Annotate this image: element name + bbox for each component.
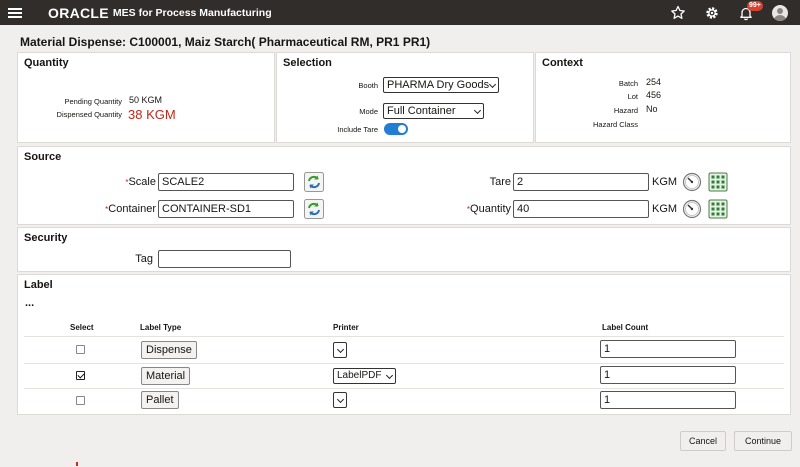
pending-quantity-value: 50 KGM — [129, 95, 163, 105]
chevron-down-icon — [336, 395, 344, 404]
user-avatar[interactable] — [772, 4, 788, 21]
printer-select[interactable]: LabelPDF — [333, 368, 396, 384]
container-input[interactable]: CONTAINER-SD1 — [158, 200, 294, 218]
settings-gear-icon[interactable] — [704, 5, 720, 21]
printer-select[interactable] — [333, 342, 347, 358]
selection-section: Selection Booth PHARMA Dry Goods Mode Fu… — [276, 52, 534, 143]
tare-unit: KGM — [652, 176, 678, 188]
security-section: Security Tag — [17, 227, 791, 272]
col-select: Select — [70, 323, 94, 332]
selection-title: Selection — [283, 57, 332, 69]
continue-button[interactable]: Continue — [734, 431, 792, 451]
chevron-down-icon — [385, 371, 394, 380]
chevron-down-icon — [488, 80, 497, 89]
mode-select[interactable]: Full Container — [383, 103, 484, 119]
source-section: Source *Scale SCALE2 *Container CONTAINE… — [17, 146, 791, 225]
hazard-label: Hazard — [613, 106, 638, 115]
source-title: Source — [24, 151, 62, 163]
quantity-unit: KGM — [652, 203, 678, 215]
favorite-star-icon[interactable] — [670, 5, 686, 21]
container-label: *Container — [105, 203, 156, 215]
scale-label: *Scale — [125, 176, 156, 188]
tare-label: Tare — [489, 176, 511, 188]
dispensed-quantity-label: Dispensed Quantity — [56, 110, 122, 119]
col-printer: Printer — [333, 323, 359, 332]
quantity-input[interactable]: 40 — [513, 200, 649, 218]
quantity-label: *Quantity — [466, 203, 511, 215]
more-actions-icon[interactable]: ... — [25, 297, 34, 309]
keypad-icon[interactable] — [708, 172, 728, 192]
chevron-down-icon — [336, 345, 344, 354]
hazard-class-label: Hazard Class — [592, 120, 638, 129]
batch-label: Batch — [618, 79, 638, 88]
app-name: MES for Process Manufacturing — [112, 6, 272, 19]
quantity-title: Quantity — [24, 57, 69, 69]
label-section: Label ... Select Label Type Printer Labe… — [17, 274, 791, 415]
row-select-checkbox[interactable] — [76, 371, 85, 380]
batch-value: 254 — [646, 77, 662, 87]
refresh-scale-icon[interactable] — [304, 172, 324, 192]
scale-input[interactable]: SCALE2 — [158, 173, 294, 191]
chevron-down-icon — [473, 106, 482, 115]
label-type-button[interactable]: Pallet — [141, 391, 179, 409]
booth-select[interactable]: PHARMA Dry Goods — [383, 77, 499, 93]
app-header: ORACLE MES for Process Manufacturing 99+ — [0, 0, 800, 25]
tag-label: Tag — [135, 253, 153, 265]
mode-label: Mode — [359, 107, 378, 116]
refresh-container-icon[interactable] — [304, 199, 324, 219]
label-title: Label — [24, 279, 53, 291]
oracle-logo: ORACLE — [48, 4, 109, 21]
cursor-marker — [76, 462, 78, 466]
booth-select-value: PHARMA Dry Goods — [387, 79, 490, 91]
hazard-value: No — [646, 104, 658, 114]
mode-select-value: Full Container — [387, 105, 456, 117]
include-tare-toggle[interactable] — [384, 123, 408, 135]
security-title: Security — [24, 232, 68, 244]
notifications-bell-icon[interactable]: 99+ — [738, 0, 763, 21]
notification-badge: 99+ — [747, 0, 763, 11]
context-title: Context — [542, 57, 583, 69]
menu-icon[interactable] — [8, 7, 22, 18]
label-count-input[interactable]: 1 — [600, 366, 736, 384]
label-type-button[interactable]: Dispense — [141, 341, 197, 359]
tag-input[interactable] — [158, 250, 291, 268]
label-count-input[interactable]: 1 — [600, 391, 736, 409]
lot-label: Lot — [627, 92, 638, 101]
booth-label: Booth — [358, 81, 378, 90]
pending-quantity-label: Pending Quantity — [64, 97, 122, 106]
col-label-count: Label Count — [602, 323, 649, 332]
printer-select-value: LabelPDF — [337, 370, 382, 381]
tare-input[interactable]: 2 — [513, 173, 649, 191]
lot-value: 456 — [646, 90, 662, 100]
row-select-checkbox[interactable] — [76, 345, 85, 354]
printer-select[interactable] — [333, 392, 347, 408]
col-label-type: Label Type — [140, 323, 182, 332]
quantity-section: Quantity Pending Quantity 50 KGM Dispens… — [17, 52, 275, 143]
cancel-button[interactable]: Cancel — [680, 431, 726, 451]
weigh-gauge-icon[interactable] — [682, 199, 702, 219]
label-count-input[interactable]: 1 — [600, 340, 736, 358]
row-select-checkbox[interactable] — [76, 396, 85, 405]
keypad-icon[interactable] — [708, 199, 728, 219]
page-title: Material Dispense: C100001, Maiz Starch(… — [20, 35, 431, 49]
label-type-button[interactable]: Material — [141, 367, 191, 385]
include-tare-label: Include Tare — [337, 125, 378, 134]
weigh-gauge-icon[interactable] — [682, 172, 702, 192]
dispensed-quantity-value: 38 KGM — [128, 107, 176, 122]
context-section: Context Batch 254 Lot 456 Hazard No Haza… — [535, 52, 791, 143]
